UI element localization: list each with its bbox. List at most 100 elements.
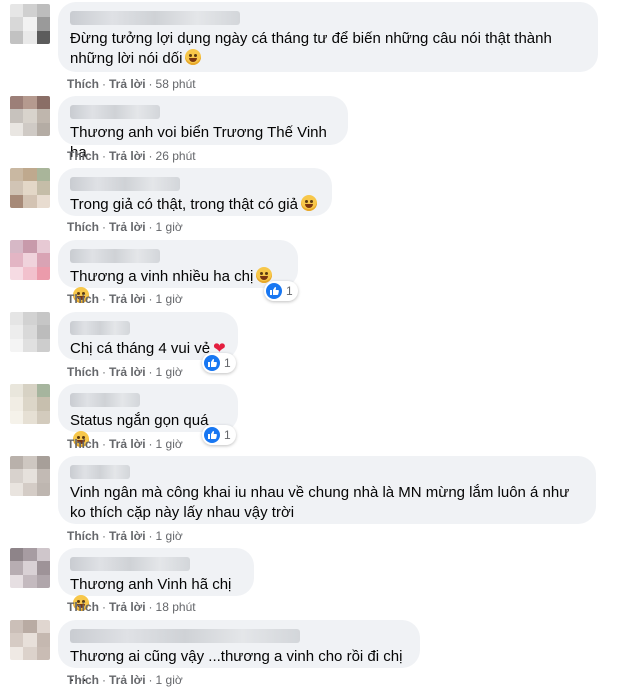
reaction-count[interactable]: 1 (202, 425, 236, 445)
reply-link[interactable]: Trả lời (109, 292, 146, 306)
avatar-pixel (10, 240, 24, 254)
avatar-pixel (10, 620, 24, 634)
commenter-name-redacted[interactable] (70, 249, 160, 263)
avatar-pixel (10, 633, 24, 647)
avatar[interactable] (10, 4, 50, 44)
avatar-pixel (36, 397, 50, 411)
avatar-pixel (36, 633, 50, 647)
like-link[interactable]: Thích (67, 437, 99, 451)
reply-link[interactable]: Trả lời (109, 529, 146, 543)
avatar-pixel (23, 620, 37, 634)
reply-link[interactable]: Trả lời (109, 673, 146, 687)
avatar-pixel (10, 338, 24, 352)
avatar-pixel (10, 384, 24, 398)
comment-text: Trong giả có thật, trong thật có giả (70, 195, 320, 215)
avatar-pixel (10, 181, 24, 195)
avatar-pixel (23, 194, 37, 208)
commenter-name-redacted[interactable] (70, 177, 180, 191)
comment-time[interactable]: 26 phút (156, 149, 196, 163)
avatar-pixel (36, 384, 50, 398)
avatar-pixel (10, 312, 24, 326)
comment-bubble: Thương anh voi biển Trương Thế Vinh ha (58, 96, 348, 161)
comment-time[interactable]: 1 giờ (156, 437, 183, 451)
avatar-pixel (23, 574, 37, 588)
avatar-pixel (36, 30, 50, 44)
avatar-pixel (23, 397, 37, 411)
comment-actions: Thích · Trả lời · 1 giờ (67, 673, 183, 687)
avatar[interactable] (10, 620, 50, 660)
avatar-pixel (36, 122, 50, 136)
comment-time[interactable]: 1 giờ (156, 365, 183, 379)
reaction-count[interactable]: 1 (202, 353, 236, 373)
like-link[interactable]: Thích (67, 77, 99, 91)
like-link[interactable]: Thích (67, 149, 99, 163)
reply-link[interactable]: Trả lời (109, 437, 146, 451)
avatar-pixel (36, 646, 50, 660)
avatar-pixel (10, 456, 24, 470)
comment-actions: Thích · Trả lời · 1 giờ (67, 292, 183, 306)
thumbs-up-icon (204, 427, 220, 443)
avatar[interactable] (10, 240, 50, 280)
avatar[interactable] (10, 96, 50, 136)
avatar-pixel (10, 266, 24, 280)
like-link[interactable]: Thích (67, 673, 99, 687)
avatar-pixel (36, 574, 50, 588)
thumbs-up-icon (266, 283, 282, 299)
avatar-pixel (23, 17, 37, 31)
reply-link[interactable]: Trả lời (109, 600, 146, 614)
avatar-pixel (36, 253, 50, 267)
commenter-name-redacted[interactable] (70, 321, 130, 335)
commenter-name-redacted[interactable] (70, 629, 300, 643)
avatar-pixel (36, 456, 50, 470)
comment-time[interactable]: 1 giờ (156, 220, 183, 234)
comment-actions: Thích · Trả lời · 18 phút (67, 600, 196, 614)
avatar-pixel (36, 410, 50, 424)
avatar-pixel (23, 122, 37, 136)
avatar-pixel (23, 410, 37, 424)
like-link[interactable]: Thích (67, 529, 99, 543)
avatar[interactable] (10, 384, 50, 424)
avatar-pixel (10, 122, 24, 136)
avatar-pixel (23, 561, 37, 575)
avatar-pixel (10, 253, 24, 267)
reply-link[interactable]: Trả lời (109, 365, 146, 379)
avatar[interactable] (10, 548, 50, 588)
commenter-name-redacted[interactable] (70, 465, 130, 479)
avatar-pixel (23, 253, 37, 267)
reply-link[interactable]: Trả lời (109, 77, 146, 91)
avatar-pixel (23, 633, 37, 647)
like-link[interactable]: Thích (67, 600, 99, 614)
avatar-pixel (23, 338, 37, 352)
avatar-pixel (36, 620, 50, 634)
comment-time[interactable]: 58 phút (156, 77, 196, 91)
avatar-pixel (10, 548, 24, 562)
avatar-pixel (23, 96, 37, 110)
avatar-pixel (10, 410, 24, 424)
avatar[interactable] (10, 456, 50, 496)
comment-bubble: Đừng tưởng lợi dụng ngày cá tháng tư để … (58, 2, 598, 72)
avatar-pixel (36, 338, 50, 352)
avatar[interactable] (10, 168, 50, 208)
reply-link[interactable]: Trả lời (109, 149, 146, 163)
comment-time[interactable]: 1 giờ (156, 292, 183, 306)
reaction-count[interactable]: 1 (264, 281, 298, 301)
like-link[interactable]: Thích (67, 220, 99, 234)
comment-time[interactable]: 1 giờ (156, 673, 183, 687)
avatar-pixel (10, 482, 24, 496)
reply-link[interactable]: Trả lời (109, 220, 146, 234)
avatar-pixel (23, 4, 37, 18)
commenter-name-redacted[interactable] (70, 11, 240, 25)
like-link[interactable]: Thích (67, 292, 99, 306)
commenter-name-redacted[interactable] (70, 105, 160, 119)
avatar[interactable] (10, 312, 50, 352)
comment-time[interactable]: 18 phút (156, 600, 196, 614)
like-link[interactable]: Thích (67, 365, 99, 379)
commenter-name-redacted[interactable] (70, 393, 140, 407)
avatar-pixel (36, 4, 50, 18)
avatar-pixel (36, 240, 50, 254)
avatar-pixel (10, 646, 24, 660)
commenter-name-redacted[interactable] (70, 557, 190, 571)
avatar-pixel (23, 240, 37, 254)
avatar-pixel (23, 181, 37, 195)
comment-time[interactable]: 1 giờ (156, 529, 183, 543)
